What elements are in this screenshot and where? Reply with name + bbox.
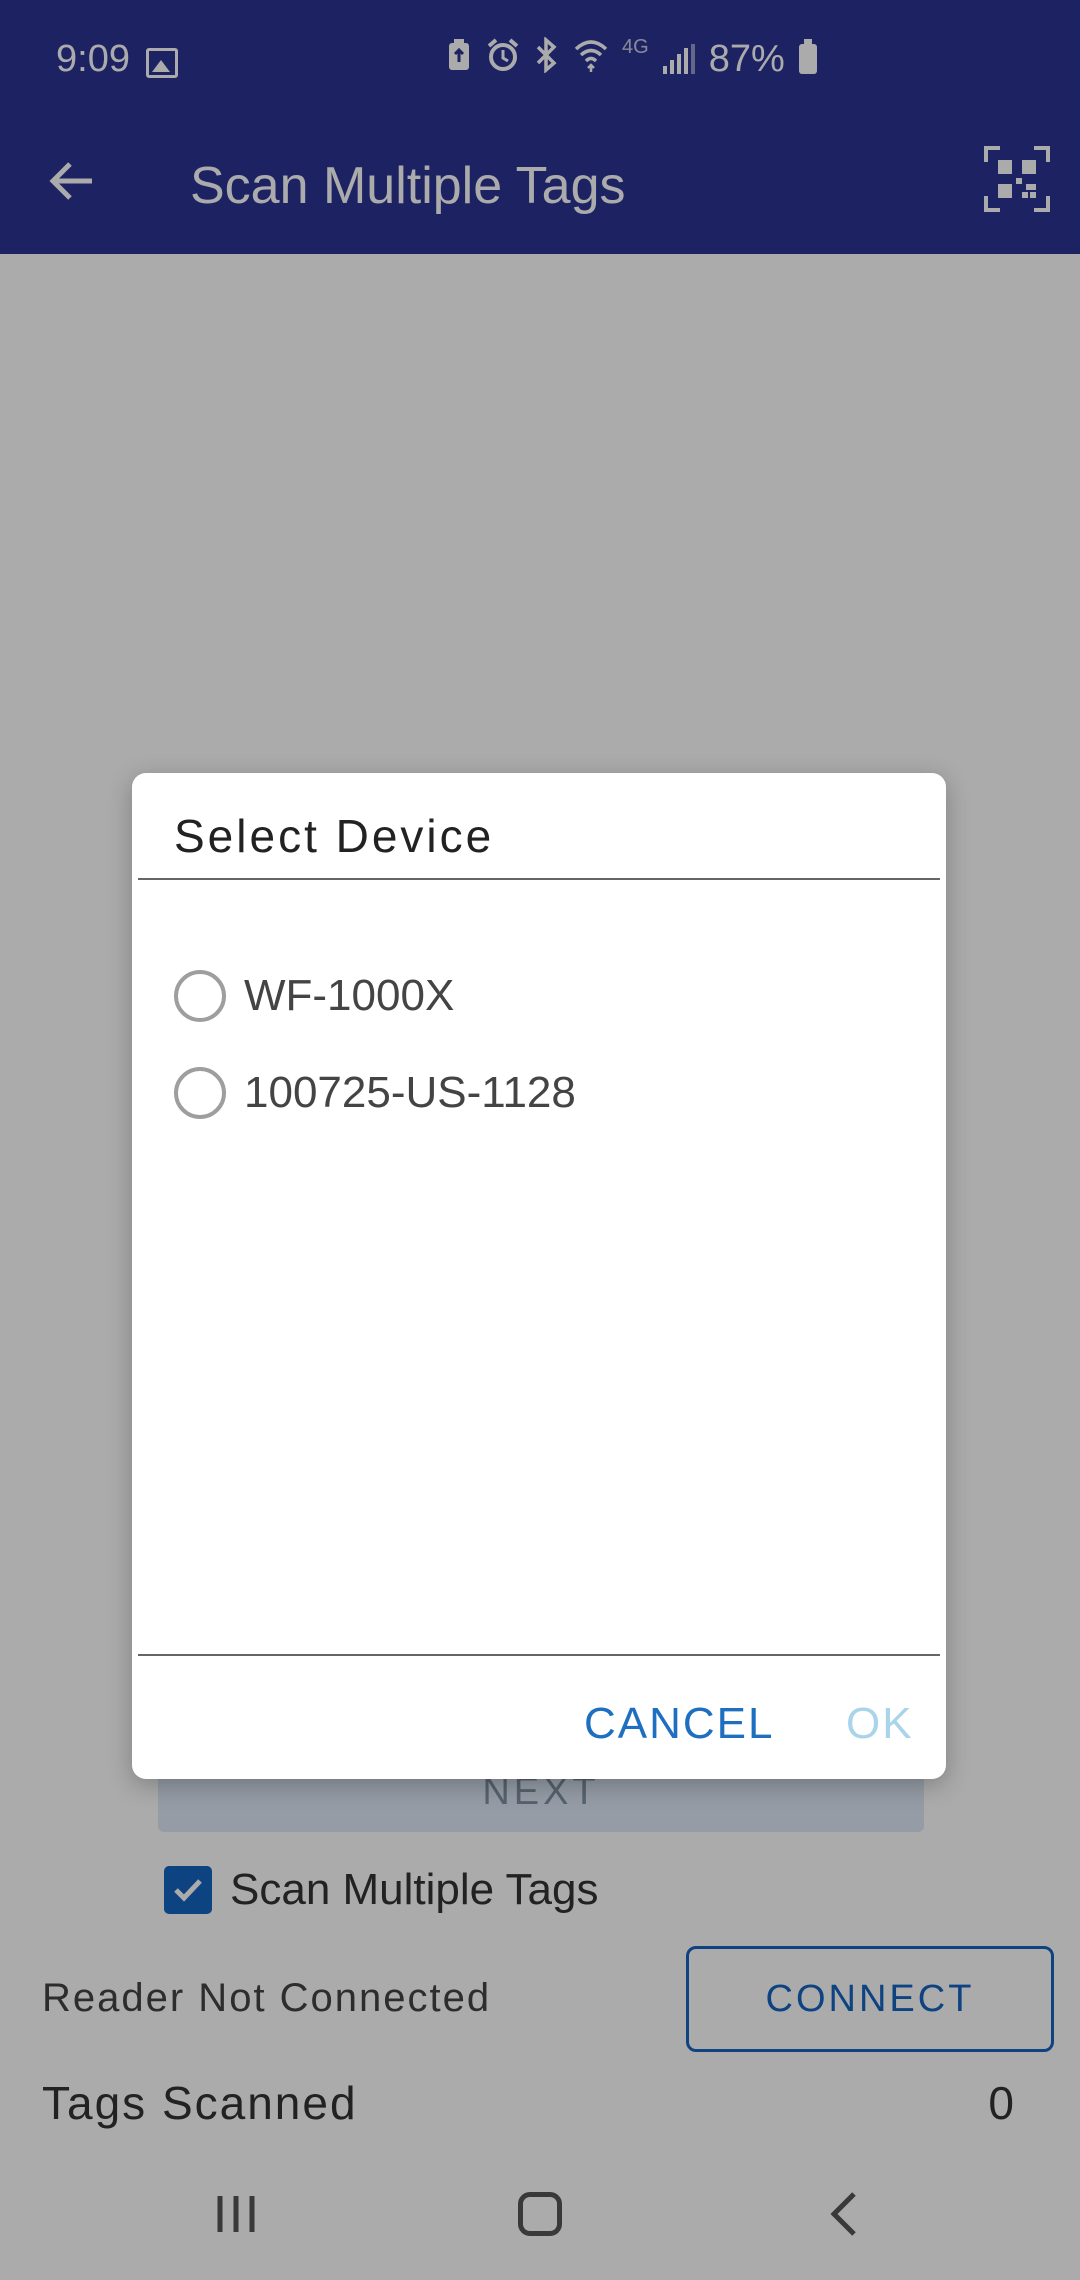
ok-button[interactable]: OK <box>846 1699 914 1749</box>
nav-scrim <box>0 2152 1080 2280</box>
dialog-title: Select Device <box>174 810 495 862</box>
select-device-dialog: Select Device WF-1000X 100725-US-1128 CA… <box>132 773 946 1779</box>
status-scrim <box>0 0 1080 254</box>
device-label: 100725-US-1128 <box>244 1068 576 1117</box>
cancel-button[interactable]: CANCEL <box>584 1699 775 1749</box>
device-option[interactable]: 100725-US-1128 <box>174 1063 576 1123</box>
radio-button[interactable] <box>174 1067 226 1119</box>
divider <box>138 878 940 880</box>
device-option[interactable]: WF-1000X <box>174 966 454 1026</box>
radio-button[interactable] <box>174 970 226 1022</box>
divider <box>138 1654 940 1656</box>
device-label: WF-1000X <box>244 971 455 1020</box>
